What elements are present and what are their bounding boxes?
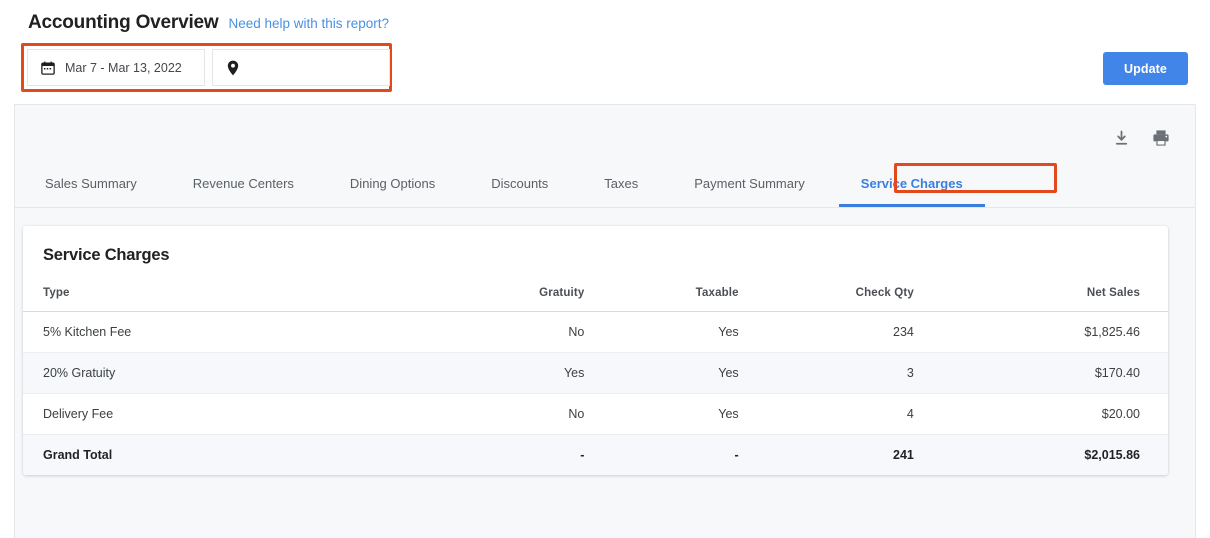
page-title: Accounting Overview	[28, 10, 218, 36]
cell-type: 20% Gratuity	[23, 353, 458, 394]
cell-net-sales: $20.00	[962, 394, 1168, 435]
cell-taxable: Yes	[618, 394, 778, 435]
tab-revenue-centers[interactable]: Revenue Centers	[193, 176, 294, 207]
column-header-gratuity[interactable]: Gratuity	[458, 281, 618, 312]
cell-type: 5% Kitchen Fee	[23, 312, 458, 353]
table-row: 20% Gratuity Yes Yes 3 $170.40	[23, 353, 1168, 394]
column-header-net-sales[interactable]: Net Sales	[962, 281, 1168, 312]
service-charges-card: Service Charges Type Gratuity Taxable Ch…	[23, 226, 1168, 475]
cell-check-qty: 4	[779, 394, 962, 435]
column-header-taxable[interactable]: Taxable	[618, 281, 778, 312]
cell-net-sales: $1,825.46	[962, 312, 1168, 353]
cell-total-taxable: -	[618, 435, 778, 476]
filter-row: Mar 7 - Mar 13, 2022	[27, 49, 390, 86]
table-header-row: Type Gratuity Taxable Check Qty Net Sale…	[23, 281, 1168, 312]
table-body: 5% Kitchen Fee No Yes 234 $1,825.46 20% …	[23, 312, 1168, 476]
cell-total-label: Grand Total	[23, 435, 458, 476]
cell-type: Delivery Fee	[23, 394, 458, 435]
update-button[interactable]: Update	[1103, 52, 1188, 85]
card-title: Service Charges	[23, 226, 1168, 281]
cell-total-net-sales: $2,015.86	[962, 435, 1168, 476]
cell-taxable: Yes	[618, 353, 778, 394]
cell-gratuity: No	[458, 312, 618, 353]
tab-payment-summary[interactable]: Payment Summary	[694, 176, 805, 207]
map-pin-icon	[225, 60, 240, 75]
service-charges-table: Type Gratuity Taxable Check Qty Net Sale…	[23, 281, 1168, 475]
column-header-type[interactable]: Type	[23, 281, 458, 312]
calendar-icon	[40, 60, 55, 75]
card-area: Service Charges Type Gratuity Taxable Ch…	[15, 208, 1195, 475]
report-content: Sales Summary Revenue Centers Dining Opt…	[14, 104, 1196, 538]
tab-service-charges[interactable]: Service Charges	[861, 176, 963, 207]
report-page: Accounting Overview Need help with this …	[0, 0, 1210, 538]
table-row: Delivery Fee No Yes 4 $20.00	[23, 394, 1168, 435]
tab-sales-summary[interactable]: Sales Summary	[45, 176, 137, 207]
print-icon[interactable]	[1151, 128, 1171, 148]
cell-taxable: Yes	[618, 312, 778, 353]
download-icon[interactable]	[1111, 128, 1131, 148]
date-range-picker[interactable]: Mar 7 - Mar 13, 2022	[27, 49, 205, 86]
tab-discounts[interactable]: Discounts	[491, 176, 548, 207]
table-header: Type Gratuity Taxable Check Qty Net Sale…	[23, 281, 1168, 312]
report-toolbar	[15, 105, 1195, 153]
page-header: Accounting Overview Need help with this …	[0, 0, 1210, 104]
location-picker[interactable]	[212, 49, 390, 86]
table-row: 5% Kitchen Fee No Yes 234 $1,825.46	[23, 312, 1168, 353]
cell-check-qty: 234	[779, 312, 962, 353]
cell-total-gratuity: -	[458, 435, 618, 476]
column-header-check-qty[interactable]: Check Qty	[779, 281, 962, 312]
date-range-value: Mar 7 - Mar 13, 2022	[65, 61, 182, 75]
cell-net-sales: $170.40	[962, 353, 1168, 394]
table-total-row: Grand Total - - 241 $2,015.86	[23, 435, 1168, 476]
cell-total-check-qty: 241	[779, 435, 962, 476]
cell-gratuity: No	[458, 394, 618, 435]
report-tabs: Sales Summary Revenue Centers Dining Opt…	[15, 153, 1195, 208]
help-link[interactable]: Need help with this report?	[228, 14, 389, 34]
title-row: Accounting Overview Need help with this …	[0, 0, 1210, 36]
cell-gratuity: Yes	[458, 353, 618, 394]
tab-taxes[interactable]: Taxes	[604, 176, 638, 207]
tab-dining-options[interactable]: Dining Options	[350, 176, 435, 207]
cell-check-qty: 3	[779, 353, 962, 394]
